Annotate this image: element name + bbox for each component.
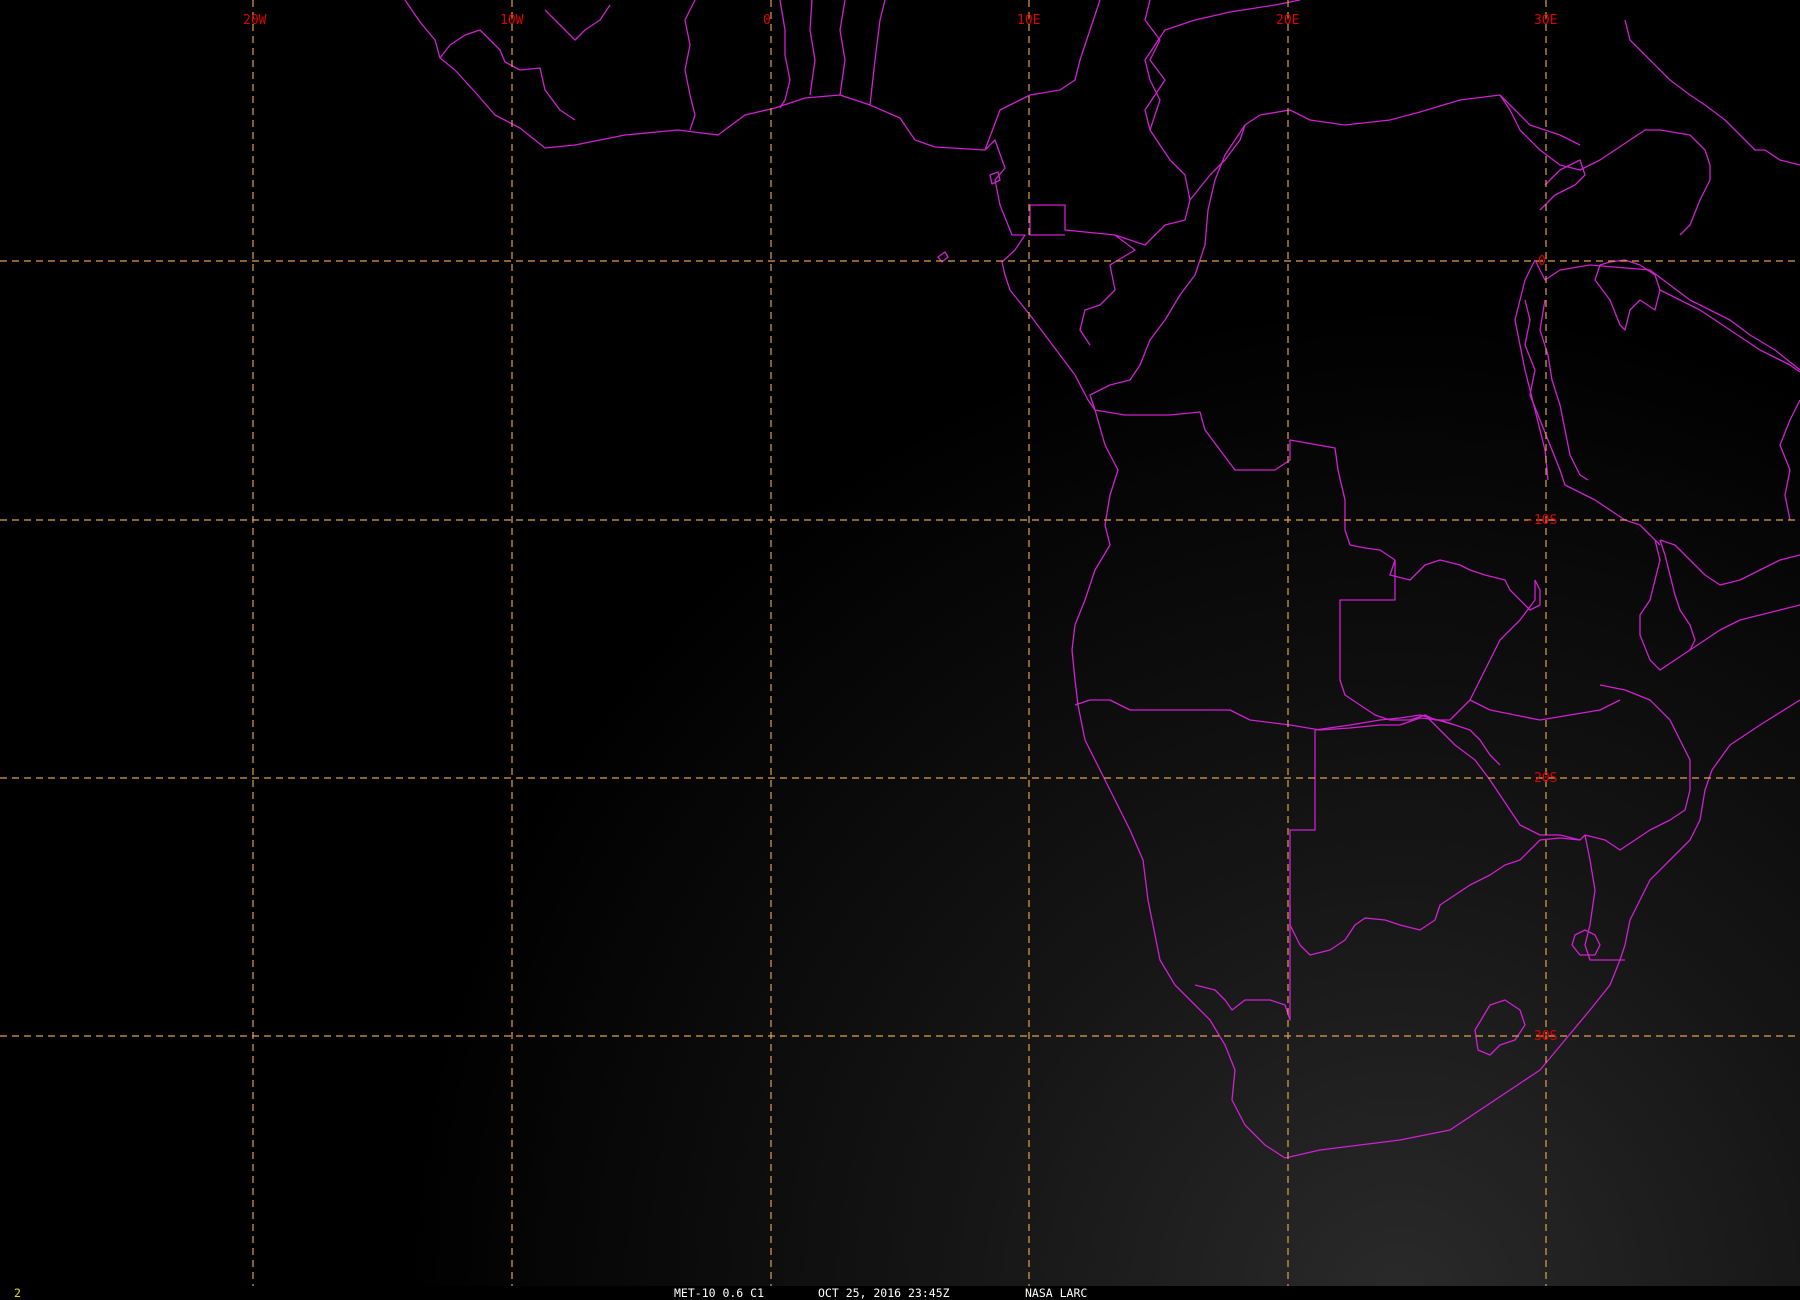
lon-label-30e: 30E <box>1534 13 1557 28</box>
lat-label-30s: 30S <box>1534 1029 1557 1044</box>
satellite-channel-label: MET-10 0.6 C1 <box>674 1286 765 1300</box>
satellite-map[interactable]: 20W 10W 0 10E 20E 30E 0 -10S 20S 30S 2 M… <box>0 0 1800 1300</box>
lon-label-10e: 10E <box>1017 13 1040 28</box>
lon-label-0: 0 <box>763 13 771 28</box>
data-source: NASA LARC <box>1025 1286 1088 1300</box>
lon-label-20e: 20E <box>1276 13 1299 28</box>
lat-label-20s: 20S <box>1534 771 1557 786</box>
frame-number: 2 <box>14 1286 21 1300</box>
image-background <box>0 0 1800 1286</box>
image-datetime: OCT 25, 2016 23:45Z <box>818 1286 950 1300</box>
lat-label-10s: -10S <box>1526 513 1557 528</box>
lat-label-0: 0 <box>1538 254 1546 269</box>
status-bar: 2 MET-10 0.6 C1 OCT 25, 2016 23:45Z NASA… <box>0 1286 1800 1300</box>
lon-label-10w: 10W <box>500 13 524 28</box>
lon-label-20w: 20W <box>243 13 267 28</box>
satellite-image: 20W 10W 0 10E 20E 30E 0 -10S 20S 30S <box>0 0 1800 1286</box>
